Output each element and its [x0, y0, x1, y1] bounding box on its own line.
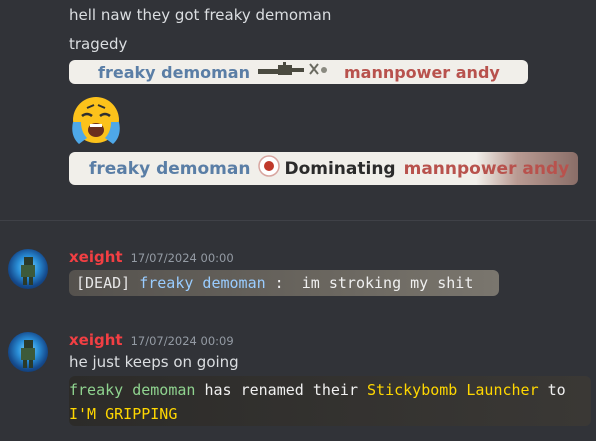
message-line-1: hell naw they got freaky demoman	[69, 6, 332, 24]
chat-dead-tag: [DEAD]	[76, 274, 131, 292]
killfeed-killer: freaky demoman	[89, 158, 251, 179]
chat-image[interactable]: [DEAD] freaky demoman : im stroking my s…	[69, 270, 499, 296]
chat-player-name: freaky demoman	[139, 274, 266, 292]
username[interactable]: xeight	[69, 331, 123, 349]
rename-item-name: Stickybomb Launcher	[367, 381, 539, 399]
chat-separator: :	[265, 274, 302, 292]
rename-mid-text: has renamed their	[195, 381, 368, 399]
avatar[interactable]	[8, 332, 48, 372]
killfeed-victim: mannpower andy	[403, 158, 570, 179]
message-header: xeight 17/07/2024 00:09	[69, 330, 234, 349]
killfeed-killer: freaky demoman	[98, 62, 250, 82]
timestamp: 17/07/2024 00:09	[130, 334, 234, 348]
message-text: he just keeps on going	[69, 353, 239, 371]
sticky-launcher-icon	[257, 62, 338, 82]
message-header: xeight 17/07/2024 00:00	[69, 247, 234, 266]
timestamp: 17/07/2024 00:00	[130, 251, 234, 265]
rename-new-name: I'M GRIPPING	[69, 405, 178, 423]
rename-line-1: freaky demoman has renamed their Stickyb…	[69, 378, 591, 402]
domination-icon	[258, 155, 281, 182]
killfeed-status: Dominating	[284, 158, 396, 179]
killfeed-victim: mannpower andy	[343, 62, 500, 82]
username[interactable]: xeight	[69, 248, 123, 266]
rename-chat-image[interactable]: freaky demoman has renamed their Stickyb…	[69, 376, 591, 426]
crying-face-emoji	[69, 96, 123, 146]
chat-text: im stroking my shit	[301, 274, 474, 292]
rename-to-text: to	[538, 381, 566, 399]
killfeed-image-2[interactable]: freaky demoman Dominating mannpower andy	[69, 152, 578, 185]
killfeed-image-1[interactable]: freaky demoman mannpower andy	[69, 60, 528, 84]
avatar[interactable]	[8, 249, 48, 289]
rename-player-name: freaky demoman	[69, 381, 196, 399]
message-line-2: tragedy	[69, 35, 128, 53]
message-divider	[0, 220, 596, 221]
